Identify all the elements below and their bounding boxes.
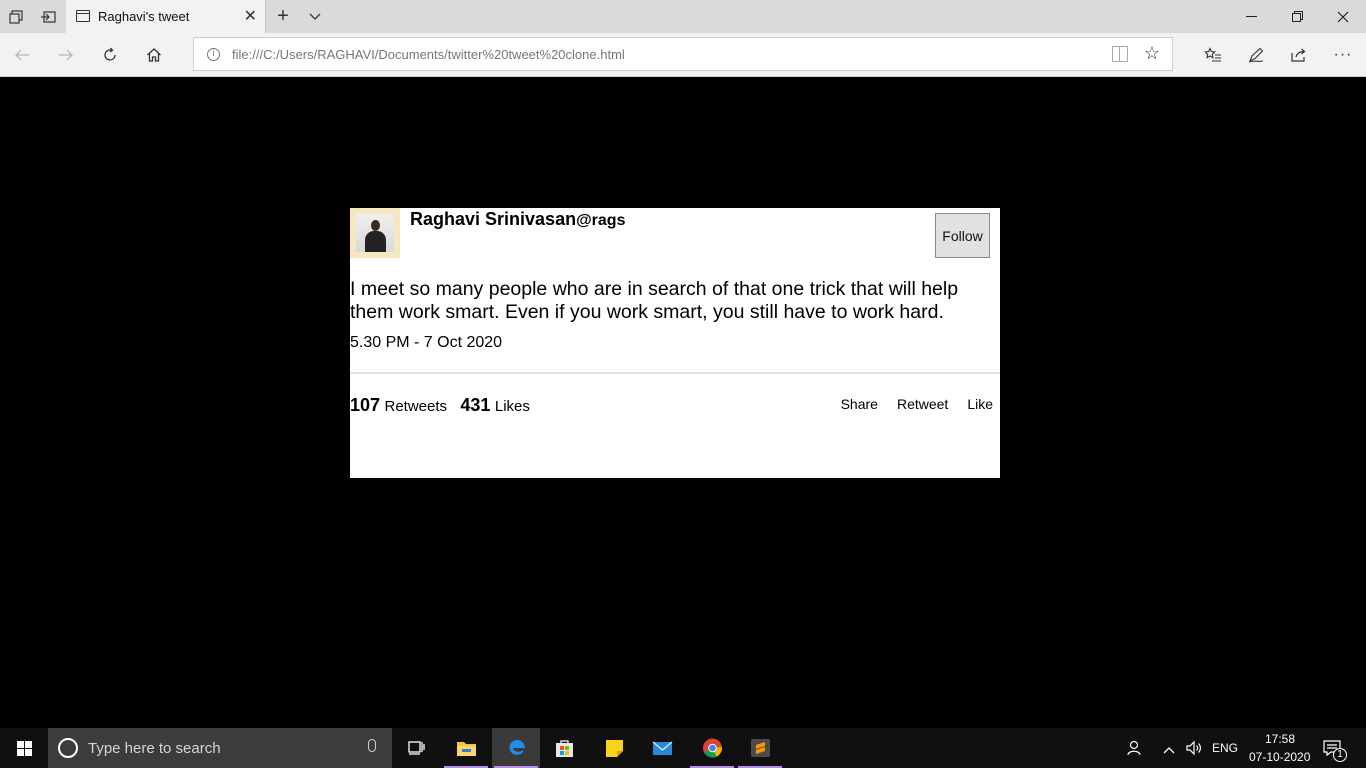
retweet-link[interactable]: Retweet <box>897 396 948 412</box>
volume-icon[interactable] <box>1185 739 1203 762</box>
forward-button[interactable] <box>48 37 84 73</box>
favorite-star-icon[interactable]: ☆ <box>1144 43 1160 64</box>
likes-count: 431 <box>460 395 491 415</box>
chrome-app[interactable] <box>688 728 736 768</box>
address-url[interactable]: file:///C:/Users/RAGHAVI/Documents/twitt… <box>232 47 625 62</box>
minimize-icon <box>1245 15 1257 17</box>
like-link[interactable]: Like <box>967 396 993 412</box>
tab-raghavis-tweet[interactable]: Raghavi's tweet ✕ <box>66 0 266 34</box>
reading-view-icon[interactable] <box>1112 46 1128 62</box>
task-view-icon <box>408 741 425 755</box>
tab-title: Raghavi's tweet <box>98 9 190 24</box>
windows-taskbar: Type here to search ENG 17:58 07-10-2020… <box>0 728 1366 768</box>
retweets-count: 107 <box>350 395 381 415</box>
show-hidden-icons-chevron-icon[interactable] <box>1163 741 1175 759</box>
retweets-label: Retweets <box>384 398 448 415</box>
restore-button[interactable] <box>1274 0 1320 33</box>
sublime-text-icon <box>751 739 770 757</box>
follow-button[interactable]: Follow <box>935 213 990 258</box>
folder-icon <box>457 742 476 756</box>
photo-body-shape <box>365 231 386 252</box>
back-button[interactable] <box>4 37 40 73</box>
cortana-icon <box>58 738 78 758</box>
microphone-icon[interactable] <box>368 739 376 752</box>
notification-count-badge: 1 <box>1333 748 1347 762</box>
author-handle[interactable]: @rags <box>576 212 625 229</box>
arrow-left-icon <box>15 49 29 61</box>
close-tab-icon[interactable]: ✕ <box>244 6 257 26</box>
people-icon[interactable] <box>1126 739 1144 762</box>
divider <box>350 372 1000 374</box>
browser-tab-bar: Raghavi's tweet ✕ + <box>0 0 1366 34</box>
photo-head-shape <box>371 220 380 231</box>
close-icon <box>1337 11 1349 22</box>
tweet-timestamp: 5.30 PM - 7 Oct 2020 <box>350 334 503 351</box>
refresh-button[interactable] <box>92 37 128 73</box>
sticky-notes-app[interactable] <box>590 728 638 768</box>
store-bag-icon <box>556 740 573 757</box>
chrome-icon <box>703 738 722 758</box>
chevron-down-icon <box>309 13 321 20</box>
store-app[interactable] <box>540 728 588 768</box>
home-button[interactable] <box>136 37 172 73</box>
minimize-button[interactable] <box>1228 0 1274 33</box>
share-link[interactable]: Share <box>841 396 878 412</box>
set-aside-icon <box>41 10 56 23</box>
refresh-icon <box>104 47 116 61</box>
mail-app[interactable] <box>638 728 686 768</box>
author-name[interactable]: Raghavi Srinivasan <box>410 209 576 229</box>
avatar[interactable] <box>350 208 400 258</box>
set-aside-tabs-icon[interactable] <box>32 0 64 33</box>
clock-date[interactable]: 07-10-2020 <box>1249 750 1310 764</box>
input-language[interactable]: ENG <box>1212 741 1238 755</box>
tabs-stack-icon <box>9 9 23 24</box>
task-view-button[interactable] <box>392 728 440 768</box>
favorites-list-icon <box>1204 47 1221 62</box>
tweet-text: I meet so many people who are in search … <box>350 278 959 323</box>
favorites-hub-button[interactable] <box>1195 37 1231 73</box>
likes-label: Likes <box>494 398 530 415</box>
restore-icon <box>1291 11 1303 22</box>
web-notes-button[interactable] <box>1238 37 1274 73</box>
clock-time[interactable]: 17:58 <box>1265 732 1295 746</box>
more-dots-icon: ··· <box>1333 46 1353 63</box>
page-viewport: Raghavi Srinivasan@rags Follow I meet so… <box>0 77 1366 728</box>
address-bar[interactable]: i file:///C:/Users/RAGHAVI/Documents/twi… <box>193 37 1173 71</box>
page-favicon-icon <box>76 10 90 22</box>
edge-app[interactable] <box>492 728 540 768</box>
tweet-author: Raghavi Srinivasan@rags <box>410 209 625 230</box>
start-button[interactable] <box>0 728 48 768</box>
tab-actions-icon[interactable] <box>0 0 32 33</box>
sublime-text-app[interactable] <box>736 728 784 768</box>
pen-icon <box>1248 47 1264 63</box>
profile-photo <box>356 214 394 252</box>
share-icon <box>1291 48 1306 62</box>
mail-envelope-icon <box>652 741 673 755</box>
home-icon <box>147 48 161 62</box>
edge-icon <box>509 740 525 755</box>
site-info-icon[interactable]: i <box>207 48 220 61</box>
search-placeholder[interactable]: Type here to search <box>88 740 221 757</box>
more-menu-button[interactable]: ··· <box>1325 37 1361 73</box>
tab-preview-chevron-icon[interactable] <box>299 0 331 33</box>
share-page-button[interactable] <box>1281 37 1317 73</box>
arrow-right-icon <box>59 49 73 61</box>
taskbar-search-box[interactable]: Type here to search <box>48 728 392 768</box>
sticky-note-icon <box>606 740 623 757</box>
tweet-actions: Share Retweet Like <box>822 396 993 412</box>
new-tab-icon[interactable]: + <box>267 0 299 33</box>
file-explorer-app[interactable] <box>442 728 490 768</box>
tweet-stats: 107 Retweets 431 Likes <box>350 395 530 416</box>
close-window-button[interactable] <box>1320 0 1366 33</box>
browser-nav-bar: i file:///C:/Users/RAGHAVI/Documents/twi… <box>0 33 1366 77</box>
tweet-card: Raghavi Srinivasan@rags Follow I meet so… <box>350 208 1000 478</box>
